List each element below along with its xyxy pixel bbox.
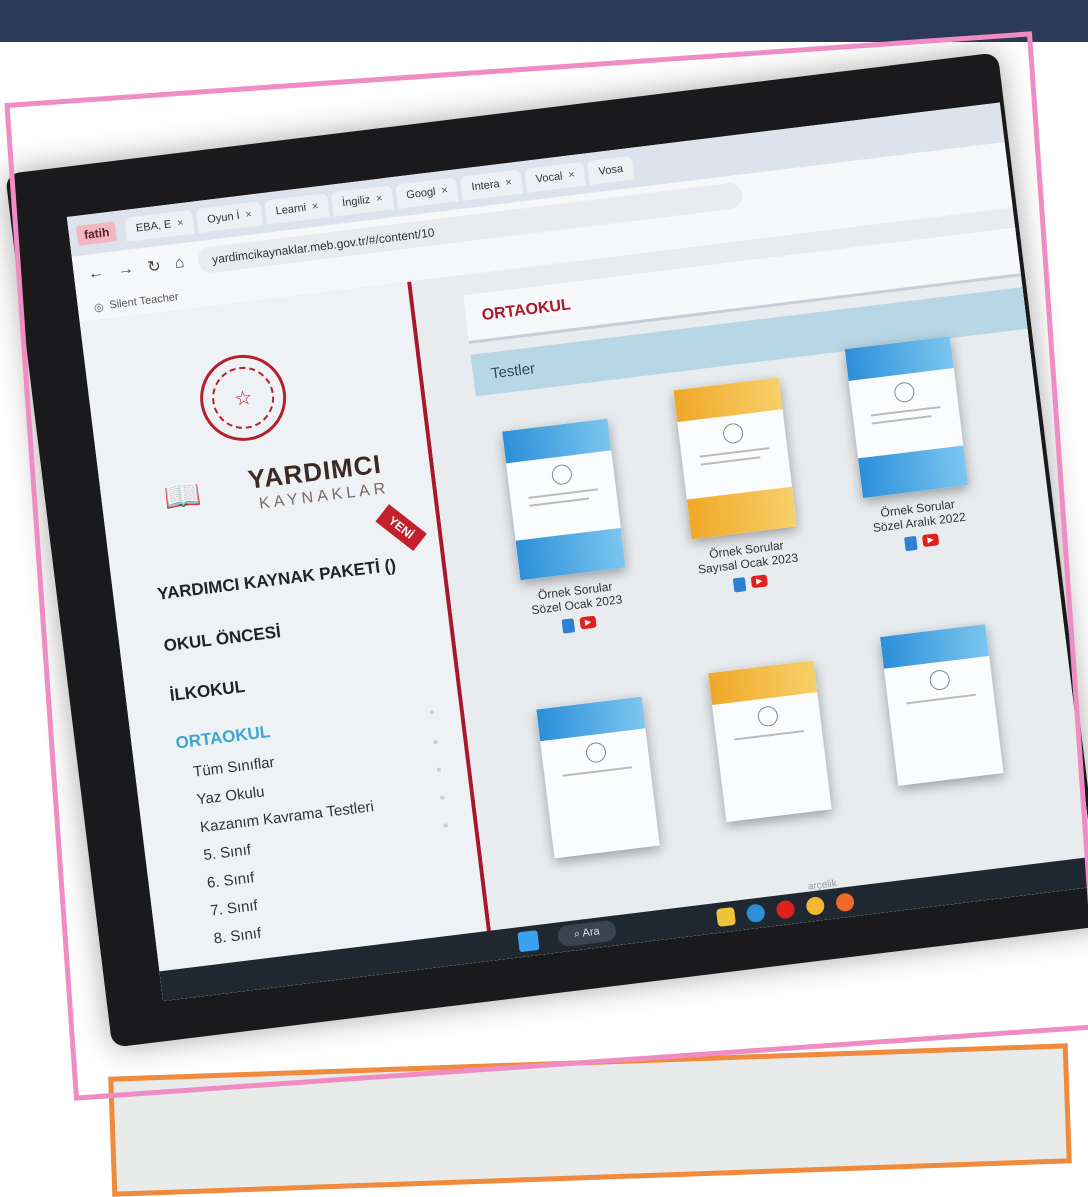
top-banner bbox=[0, 0, 1088, 42]
pink-photo-frame bbox=[4, 31, 1088, 1101]
